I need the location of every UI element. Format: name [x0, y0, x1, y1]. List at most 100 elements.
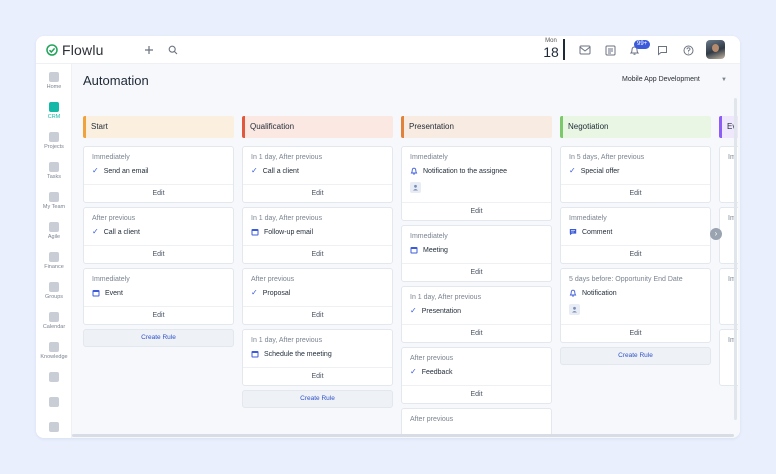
edit-button[interactable]: Edit — [243, 367, 392, 385]
edit-button[interactable]: Edit — [402, 385, 551, 403]
check-icon: ✓ — [569, 166, 576, 175]
stage-column-qualification: Qualification In 1 day, After previous ✓… — [242, 116, 393, 408]
rule-card[interactable]: Immediately Meeting Edit — [401, 225, 552, 282]
assignee-icon — [410, 182, 421, 193]
rule-action-label: Special offer — [580, 167, 620, 175]
check-icon: ✓ — [251, 166, 258, 175]
rule-card[interactable]: Immediately Comment Edit — [560, 207, 711, 264]
rule-card[interactable]: In 1 day, After previous Follow-up email… — [242, 207, 393, 264]
rule-card[interactable]: In 1 day, After previous ✓ Call a client … — [242, 146, 393, 203]
stage-header: Qualification — [242, 116, 393, 138]
flowlu-logo-icon — [46, 44, 58, 56]
rule-action-label: Feedback — [421, 368, 453, 376]
rule-action-label: Comment — [582, 228, 613, 236]
top-bar: Flowlu Mon 18 99+ — [36, 36, 740, 64]
logo[interactable]: Flowlu — [46, 42, 104, 58]
rule-trigger: After previous — [251, 276, 295, 283]
page-title: Automation — [83, 73, 149, 88]
rule-action: Schedule the meeting — [251, 350, 332, 358]
home-icon — [49, 72, 59, 82]
edit-button[interactable]: Edit — [84, 245, 233, 263]
calendar-icon — [410, 247, 418, 254]
rule-trigger: 5 days before: Opportunity End Date — [569, 276, 683, 283]
edit-button[interactable]: Edit — [243, 245, 392, 263]
assignee-icon — [569, 304, 580, 315]
rule-trigger: After previous — [410, 416, 454, 423]
edit-button[interactable]: Edit — [561, 324, 710, 342]
edit-button[interactable]: Edit — [402, 263, 551, 281]
rule-action-label: Presentation — [421, 307, 462, 315]
create-rule-button[interactable]: Create Rule — [242, 390, 393, 408]
rule-trigger: In 5 days, After previous — [569, 154, 645, 161]
rule-action-label: Call a client — [103, 228, 140, 236]
comment-icon — [569, 229, 577, 236]
rule-action-label: Schedule the meeting — [264, 350, 332, 358]
add-icon[interactable] — [142, 43, 156, 57]
edit-button[interactable]: Edit — [561, 184, 710, 202]
edit-button[interactable]: Edit — [243, 306, 392, 324]
rule-card[interactable]: After previous — [401, 408, 552, 436]
rule-action: Notification to the assignee — [410, 167, 507, 175]
chat-icon[interactable] — [655, 43, 669, 57]
edit-button[interactable]: Edit — [84, 306, 233, 324]
scroll-right-button[interactable]: › — [710, 228, 722, 240]
rule-action: ✓ Special offer — [569, 167, 620, 175]
search-icon[interactable] — [166, 43, 180, 57]
rule-action: Notification — [569, 289, 617, 297]
edit-button[interactable]: Edit — [402, 324, 551, 342]
create-rule-button[interactable]: Create Rule — [560, 347, 711, 365]
rule-card[interactable]: In 1 day, After previous ✓ Presentation E… — [401, 286, 552, 343]
create-rule-button[interactable]: Create Rule — [83, 329, 234, 347]
user-avatar[interactable] — [706, 40, 725, 59]
app-name: Flowlu — [62, 42, 104, 58]
rule-action-label: Send an email — [103, 167, 149, 175]
stage-header: Start — [83, 116, 234, 138]
pipeline-select[interactable]: Mobile App Development — [622, 76, 700, 83]
rule-card[interactable]: Immediately Event Edit — [83, 268, 234, 325]
crm-icon — [49, 102, 59, 112]
edit-button[interactable]: Edit — [243, 184, 392, 202]
rule-trigger: Immediately — [92, 276, 130, 283]
rule-trigger: In 1 day, After previous — [251, 215, 323, 222]
horizontal-scrollbar[interactable] — [72, 434, 734, 437]
stage-header: Negotiation — [560, 116, 711, 138]
check-icon: ✓ — [410, 367, 417, 376]
rule-card[interactable]: 5 days before: Opportunity End Date Noti… — [560, 268, 711, 343]
rule-card[interactable]: Immediately Notification to the assignee… — [401, 146, 552, 221]
notes-icon[interactable] — [603, 43, 617, 57]
rule-card[interactable]: In 5 days, After previous ✓ Special offer… — [560, 146, 711, 203]
rule-card[interactable]: After previous ✓ Call a client Edit — [83, 207, 234, 264]
check-icon: ✓ — [92, 166, 99, 175]
calendar-icon — [251, 229, 259, 236]
stage-column-presentation: Presentation Immediately Notification to… — [401, 116, 552, 436]
vertical-scrollbar[interactable] — [734, 98, 737, 420]
rule-action: ✓ Feedback — [410, 368, 452, 376]
rule-trigger: After previous — [92, 215, 136, 222]
rule-action: ✓ Call a client — [92, 228, 140, 236]
rule-action-label: Call a client — [262, 167, 299, 175]
help-icon[interactable] — [681, 43, 695, 57]
rule-trigger: Immediately — [92, 154, 130, 161]
rule-card[interactable]: In 1 day, After previous Schedule the me… — [242, 329, 393, 386]
chevron-down-icon[interactable]: ▼ — [721, 77, 727, 83]
mail-icon[interactable] — [578, 43, 592, 57]
check-icon: ✓ — [410, 306, 417, 315]
edit-button[interactable]: Edit — [84, 184, 233, 202]
rule-card[interactable]: Immediately ✓ Send an email Edit — [83, 146, 234, 203]
edit-button[interactable]: Edit — [561, 245, 710, 263]
rule-action-label: Event — [105, 289, 123, 297]
rule-trigger: In 1 day, After previous — [251, 154, 323, 161]
sidebar-item-home[interactable]: Home — [36, 72, 72, 90]
rule-trigger: In 1 day, After previous — [251, 337, 323, 344]
edit-button[interactable]: Edit — [402, 202, 551, 220]
date-widget[interactable]: Mon 18 — [540, 38, 562, 60]
check-icon: ✓ — [251, 288, 258, 297]
rule-action-label: Follow-up email — [264, 228, 314, 236]
rule-card[interactable]: After previous ✓ Proposal Edit — [242, 268, 393, 325]
calendar-icon — [92, 290, 100, 297]
date-divider — [563, 39, 565, 60]
rule-trigger: Immediately — [410, 154, 448, 161]
rule-action-label: Meeting — [423, 246, 448, 254]
rule-trigger: Immediately — [569, 215, 607, 222]
rule-card[interactable]: After previous ✓ Feedback Edit — [401, 347, 552, 404]
